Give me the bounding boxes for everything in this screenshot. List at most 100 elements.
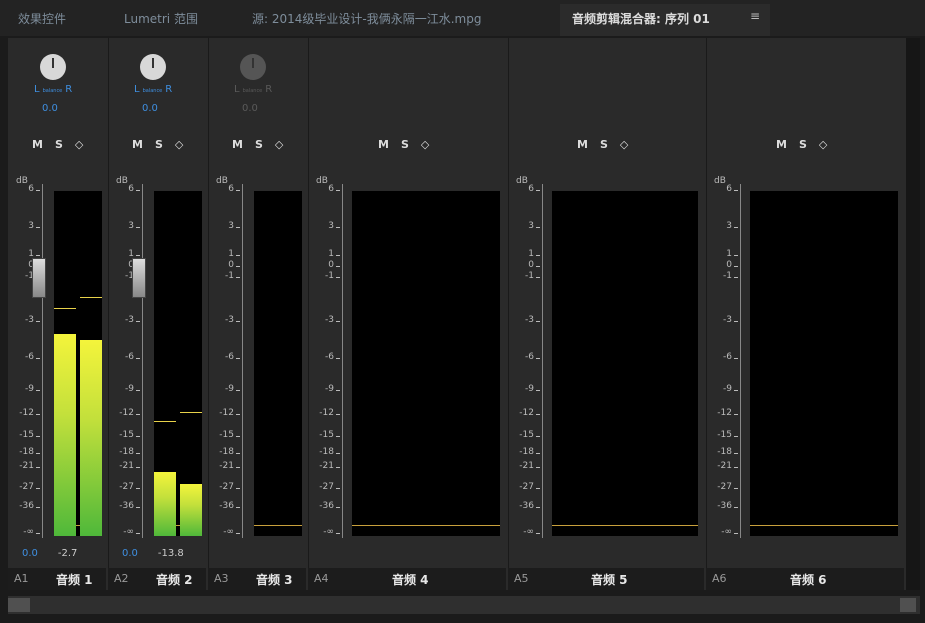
db-tick-text: -1 xyxy=(723,271,732,281)
db-tick-text: -6 xyxy=(25,352,34,362)
db-tick-label: -∞ xyxy=(514,527,540,537)
tab-source[interactable]: 源: 2014级毕业设计-我俩永隔一江水.mpg xyxy=(252,10,481,27)
record-button[interactable]: ◇ xyxy=(620,138,629,151)
pan-lr-label: Lbalance R xyxy=(134,84,172,95)
meter-peak-line xyxy=(54,308,76,310)
db-tick-label: 1 xyxy=(214,249,240,259)
volume-value[interactable]: 0.0 xyxy=(22,548,38,559)
mute-button[interactable]: M xyxy=(776,138,788,151)
record-button[interactable]: ◇ xyxy=(421,138,430,151)
db-tick-text: -18 xyxy=(717,447,732,457)
db-tick-text: -15 xyxy=(19,430,34,440)
db-tick-text: 3 xyxy=(328,221,334,231)
db-tick-label: -3 xyxy=(314,315,340,325)
tab-lumetri-scopes[interactable]: Lumetri 范围 xyxy=(124,10,198,27)
db-tick-label: 6 xyxy=(214,184,240,194)
db-tick-label: -21 xyxy=(712,461,738,471)
channel-strip: M S ◇ dB 6 3 1 0 -1 -3 -6 -9 -12 -15 -18 -21 -27 -36 -∞ A4 音… xyxy=(308,38,509,590)
mute-button[interactable]: M xyxy=(577,138,589,151)
db-tick-text: 6 xyxy=(726,184,732,194)
db-tick-text: -15 xyxy=(319,430,334,440)
db-tick-text: -21 xyxy=(19,461,34,471)
scroll-right-button[interactable] xyxy=(900,598,916,612)
pan-balance-label: balance xyxy=(42,88,63,94)
db-tick-text: -15 xyxy=(717,430,732,440)
solo-button[interactable]: S xyxy=(55,138,64,151)
pan-knob[interactable] xyxy=(140,54,166,80)
db-tick-label: 0 xyxy=(712,260,738,270)
solo-button[interactable]: S xyxy=(600,138,609,151)
db-scale: 6310-1-3-6-9-12-15-18-21-27-36-∞ xyxy=(14,184,40,538)
pan-knob[interactable] xyxy=(240,54,266,80)
db-tick-text: 3 xyxy=(28,221,34,231)
db-tick-text: -21 xyxy=(519,461,534,471)
track-id: A1 xyxy=(14,572,29,585)
msd-buttons: M S ◇ xyxy=(776,138,839,151)
pan-value[interactable]: 0.0 xyxy=(42,103,58,114)
db-tick-label: -15 xyxy=(214,430,240,440)
db-tick-label: -6 xyxy=(514,352,540,362)
db-tick-label: -27 xyxy=(114,482,140,492)
mute-button[interactable]: M xyxy=(232,138,244,151)
mute-button[interactable]: M xyxy=(32,138,44,151)
level-meter xyxy=(54,191,102,536)
db-tick-label: -9 xyxy=(712,384,738,394)
db-tick-text: -3 xyxy=(525,315,534,325)
db-tick-label: -15 xyxy=(114,430,140,440)
db-tick-text: -9 xyxy=(525,384,534,394)
db-tick-label: -36 xyxy=(514,501,540,511)
db-tick-label: 1 xyxy=(314,249,340,259)
db-tick-text: -12 xyxy=(219,408,234,418)
db-tick-text: -12 xyxy=(19,408,34,418)
mute-button[interactable]: M xyxy=(132,138,144,151)
db-tick-label: 3 xyxy=(712,221,738,231)
pan-knob[interactable] xyxy=(40,54,66,80)
db-tick-label: -9 xyxy=(214,384,240,394)
record-button[interactable]: ◇ xyxy=(275,138,284,151)
mute-button[interactable]: M xyxy=(378,138,390,151)
pan-value[interactable]: 0.0 xyxy=(242,103,258,114)
db-scale-line xyxy=(242,184,243,538)
msd-buttons: M S ◇ xyxy=(232,138,295,151)
db-tick-label: -∞ xyxy=(712,527,738,537)
volume-value[interactable]: 0.0 xyxy=(122,548,138,559)
db-tick-label: 1 xyxy=(514,249,540,259)
solo-button[interactable]: S xyxy=(255,138,264,151)
track-id: A4 xyxy=(314,572,329,585)
db-tick-text: -9 xyxy=(125,384,134,394)
tab-audio-clip-mixer[interactable]: 音频剪辑混合器: 序列 01 xyxy=(572,10,710,27)
record-button[interactable]: ◇ xyxy=(175,138,184,151)
track-label: A5 音频 5 xyxy=(508,568,704,590)
db-tick-text: -6 xyxy=(723,352,732,362)
db-tick-text: -36 xyxy=(119,501,134,511)
scroll-left-button[interactable] xyxy=(8,598,30,612)
db-tick-text: 6 xyxy=(28,184,34,194)
volume-fader-handle[interactable] xyxy=(132,258,146,298)
track-name: 音频 3 xyxy=(256,573,293,587)
record-button[interactable]: ◇ xyxy=(75,138,84,151)
db-tick-text: -15 xyxy=(219,430,234,440)
pan-lr-label: Lbalance R xyxy=(234,84,272,95)
msd-buttons: M S ◇ xyxy=(577,138,640,151)
record-button[interactable]: ◇ xyxy=(819,138,828,151)
db-tick-label: -21 xyxy=(214,461,240,471)
db-tick-label: -∞ xyxy=(114,527,140,537)
db-tick-label: -6 xyxy=(314,352,340,362)
db-tick-label: -3 xyxy=(712,315,738,325)
peak-value: -2.7 xyxy=(57,548,78,559)
horizontal-scrollbar[interactable] xyxy=(8,596,920,614)
db-tick-label: -1 xyxy=(514,271,540,281)
solo-button[interactable]: S xyxy=(799,138,808,151)
db-tick-text: -18 xyxy=(119,447,134,457)
tab-effect-controls[interactable]: 效果控件 xyxy=(18,10,66,27)
db-tick-label: -18 xyxy=(14,447,40,457)
vertical-scrollbar[interactable] xyxy=(906,38,920,590)
volume-fader-handle[interactable] xyxy=(32,258,46,298)
solo-button[interactable]: S xyxy=(155,138,164,151)
pan-value[interactable]: 0.0 xyxy=(142,103,158,114)
pan-lr-label: Lbalance R xyxy=(34,84,72,95)
db-tick-text: -12 xyxy=(717,408,732,418)
solo-button[interactable]: S xyxy=(401,138,410,151)
pan-right-label: R xyxy=(165,84,173,95)
panel-menu-icon[interactable]: ≡ xyxy=(750,9,760,23)
